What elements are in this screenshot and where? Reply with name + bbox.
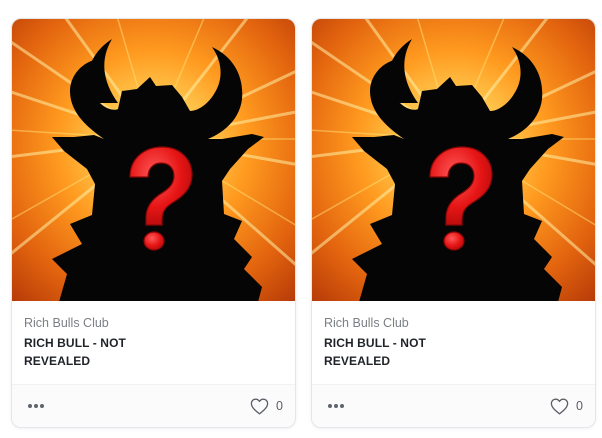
nft-card[interactable]: Rich Bulls Club RICH BULL - NOT REVEALED… bbox=[11, 18, 296, 428]
nft-card-grid: Rich Bulls Club RICH BULL - NOT REVEALED… bbox=[0, 0, 602, 438]
more-horizontal-icon-dot bbox=[40, 404, 44, 408]
nft-image[interactable] bbox=[312, 19, 595, 301]
card-body: Rich Bulls Club RICH BULL - NOT REVEALED bbox=[312, 301, 595, 385]
like-count: 0 bbox=[576, 399, 583, 413]
nft-image[interactable] bbox=[12, 19, 295, 301]
bull-silhouette-question-mark-image bbox=[312, 19, 595, 301]
nft-title[interactable]: RICH BULL - NOT REVEALED bbox=[24, 334, 144, 370]
card-body: Rich Bulls Club RICH BULL - NOT REVEALED bbox=[12, 301, 295, 385]
more-horizontal-icon-dot bbox=[340, 404, 344, 408]
heart-outline-icon bbox=[250, 398, 269, 414]
heart-outline-icon bbox=[550, 398, 569, 414]
more-horizontal-icon-dot bbox=[34, 404, 38, 408]
nft-card[interactable]: Rich Bulls Club RICH BULL - NOT REVEALED… bbox=[311, 18, 596, 428]
card-footer: 0 bbox=[312, 384, 595, 427]
like-button[interactable]: 0 bbox=[250, 398, 283, 415]
card-footer: 0 bbox=[12, 384, 295, 427]
more-options-button[interactable] bbox=[26, 396, 46, 416]
collection-name[interactable]: Rich Bulls Club bbox=[24, 315, 283, 331]
like-button[interactable]: 0 bbox=[550, 398, 583, 415]
collection-name[interactable]: Rich Bulls Club bbox=[324, 315, 583, 331]
bull-silhouette-question-mark-image bbox=[12, 19, 295, 301]
more-horizontal-icon bbox=[28, 404, 32, 408]
nft-title[interactable]: RICH BULL - NOT REVEALED bbox=[324, 334, 444, 370]
more-options-button[interactable] bbox=[326, 396, 346, 416]
like-count: 0 bbox=[276, 399, 283, 413]
more-horizontal-icon bbox=[328, 404, 332, 408]
more-horizontal-icon-dot bbox=[334, 404, 338, 408]
